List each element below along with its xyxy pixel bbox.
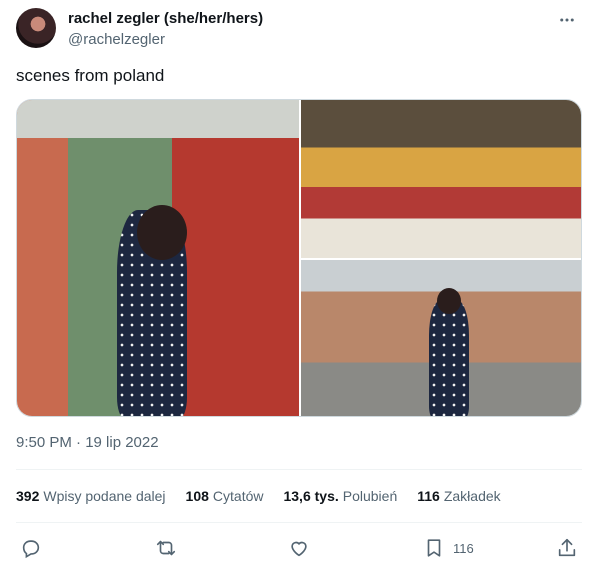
bookmark-button[interactable]: 116 (423, 536, 474, 560)
more-horizontal-icon (560, 18, 574, 22)
photo-figure-head (437, 288, 461, 314)
likes-stat[interactable]: 13,6 tys. Polubień (283, 488, 397, 504)
photo-figure (429, 300, 469, 416)
photo-figure-head (137, 205, 187, 260)
share-button[interactable] (556, 536, 578, 560)
bookmark-count: 116 (453, 540, 474, 556)
quotes-count: 108 (185, 488, 209, 504)
timestamp[interactable]: 9:50 PM · 19 lip 2022 (16, 434, 159, 451)
more-options-button[interactable] (555, 8, 579, 32)
retweet-button[interactable] (155, 536, 177, 560)
author-handle[interactable]: @rachelzegler (68, 31, 165, 48)
bookmarks-count: 116 (417, 488, 440, 504)
quotes-stat[interactable]: 108 Cytatów (186, 488, 264, 504)
share-icon (558, 538, 576, 557)
reply-button[interactable] (20, 536, 42, 560)
action-bar: 116 (20, 536, 580, 560)
author-name[interactable]: rachel zegler (she/her/hers) (68, 10, 263, 27)
photo-2[interactable] (301, 100, 581, 258)
retweets-count: 392 (16, 488, 40, 504)
divider (16, 469, 582, 470)
likes-count: 13,6 tys. (283, 488, 339, 504)
bookmark-icon (427, 539, 441, 557)
tweet-text: scenes from poland (16, 66, 165, 85)
media-grid (16, 99, 582, 417)
stats-row: 392 Wpisy podane dalej 108 Cytatów 13,6 ty… (16, 488, 521, 504)
likes-label: Polubień (342, 488, 398, 504)
retweets-label: Wpisy podane dalej (43, 488, 166, 504)
heart-icon (291, 541, 307, 557)
divider (16, 522, 582, 523)
bookmarks-stat[interactable]: 116 Zakładek (417, 488, 500, 504)
like-button[interactable] (288, 536, 310, 560)
photo-1[interactable] (17, 100, 299, 416)
photo-3[interactable] (301, 260, 581, 416)
retweets-stat[interactable]: 392 Wpisy podane dalej (16, 488, 166, 504)
reply-icon (22, 540, 40, 559)
retweet-icon (156, 540, 176, 556)
bookmarks-label: Zakładek (443, 488, 501, 504)
avatar[interactable] (16, 8, 56, 48)
quotes-label: Cytatów (212, 488, 264, 504)
